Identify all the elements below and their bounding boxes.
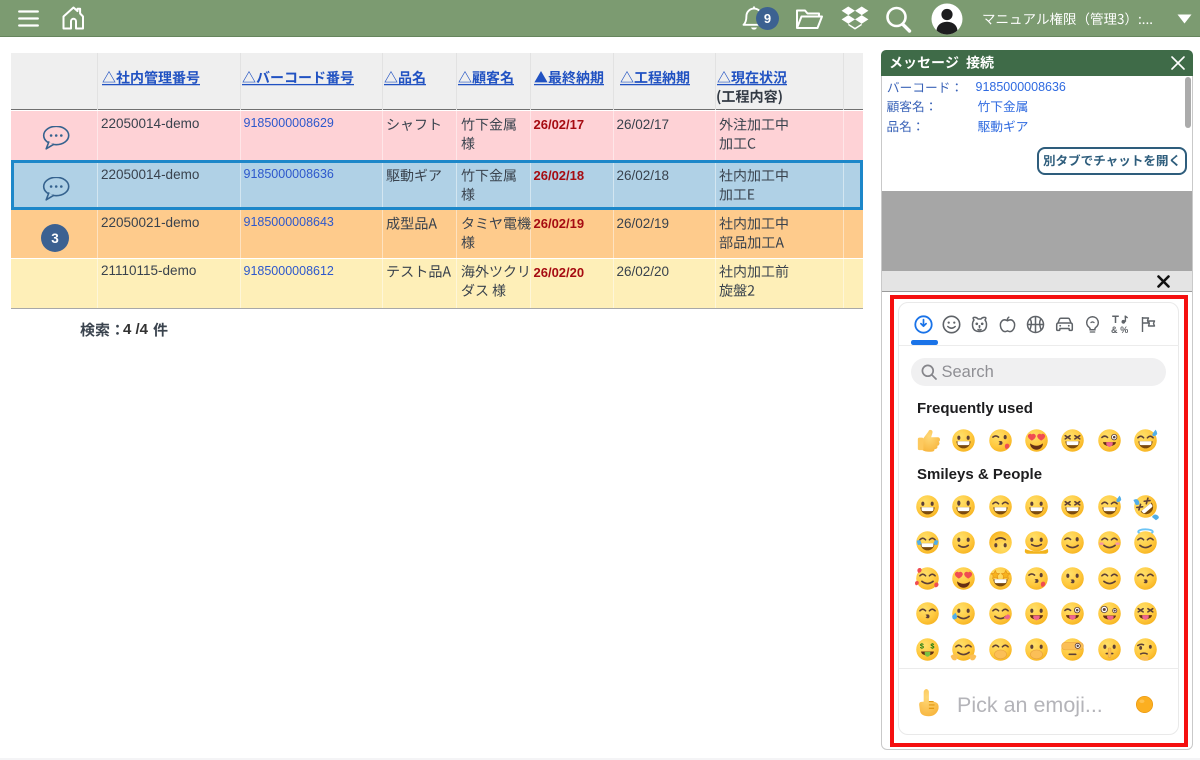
svg-text:&: & [1111, 325, 1118, 334]
svg-text:%: % [1120, 325, 1128, 334]
